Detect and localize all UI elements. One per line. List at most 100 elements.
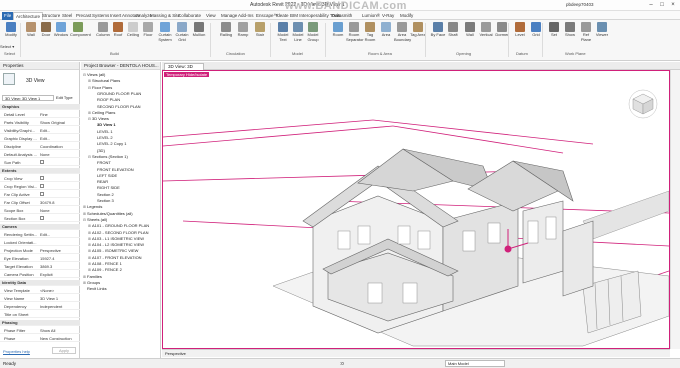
browser-tree-item[interactable]: ⊞A107 - FRONT ELEVATION bbox=[88, 255, 142, 261]
property-value[interactable]: 30479.8 bbox=[40, 200, 78, 206]
column-button[interactable]: Column bbox=[95, 22, 111, 50]
browser-tree-item[interactable]: ⊞A103 - L1 ISOMETRIC VIEW bbox=[88, 236, 144, 242]
railing-button[interactable]: Railing bbox=[218, 22, 234, 50]
tab-modify[interactable]: Modify bbox=[398, 12, 415, 20]
property-value[interactable]: 15927.4 bbox=[40, 256, 78, 262]
property-value[interactable]: Show All bbox=[40, 328, 78, 334]
property-row[interactable]: Discipline Coordination bbox=[0, 144, 80, 150]
property-value[interactable]: Fine bbox=[40, 112, 78, 118]
property-value[interactable]: New Construction bbox=[40, 336, 78, 342]
browser-tree-item[interactable]: SECOND FLOOR PLAN bbox=[93, 104, 141, 110]
property-value[interactable]: <None> bbox=[40, 288, 78, 294]
property-row[interactable]: Visibility/Graphi... Edit... bbox=[0, 128, 80, 134]
main-model-selector[interactable]: Main Model bbox=[445, 360, 505, 367]
browser-tree-item[interactable]: Revit Links bbox=[83, 286, 107, 292]
user-name[interactable]: pbdeep70403 bbox=[566, 2, 594, 7]
browser-tree-item[interactable]: ROOF PLAN bbox=[93, 97, 120, 103]
tab-collaborate[interactable]: Collaborate bbox=[176, 12, 203, 20]
view-selector[interactable]: 3D View: 3D View 1 bbox=[2, 95, 54, 101]
property-checkbox[interactable] bbox=[40, 192, 78, 198]
property-row[interactable]: Scope Box None bbox=[0, 208, 80, 214]
browser-tree-item[interactable]: REAR bbox=[93, 179, 108, 185]
browser-tree-item[interactable]: ⊞Groups bbox=[83, 280, 100, 286]
model-text-button[interactable]: Model Text bbox=[275, 22, 291, 50]
property-row[interactable]: Phase Filter Show All bbox=[0, 328, 80, 334]
select-dropdown[interactable]: Select ▾ bbox=[0, 44, 20, 52]
browser-tree-item[interactable]: ⊞A108 - FENCE 1 bbox=[88, 261, 122, 267]
browser-tree-item[interactable]: GROUND FLOOR PLAN bbox=[93, 91, 141, 97]
stair-button[interactable]: Stair bbox=[252, 22, 268, 50]
browser-tree-item[interactable]: ⊟Views (all) bbox=[83, 72, 105, 78]
property-row[interactable]: Crop View bbox=[0, 176, 80, 182]
property-value[interactable]: Perspective bbox=[40, 248, 78, 254]
property-row[interactable]: Phase New Construction bbox=[0, 336, 80, 342]
tab-v-ray[interactable]: V-Ray bbox=[380, 12, 396, 20]
vertical-button[interactable]: Vertical bbox=[478, 22, 494, 50]
property-value[interactable]: Explicit bbox=[40, 272, 78, 278]
model-group-button[interactable]: Model Group bbox=[305, 22, 321, 50]
property-row[interactable]: Parts Visibility Show Original bbox=[0, 120, 80, 126]
browser-tree-item[interactable]: RIGHT SIDE bbox=[93, 185, 120, 191]
property-value[interactable]: Coordination bbox=[40, 144, 78, 150]
property-row[interactable]: Far Clip Offset 30479.8 bbox=[0, 200, 80, 206]
property-checkbox[interactable] bbox=[40, 160, 78, 166]
level-button[interactable]: Level bbox=[512, 22, 528, 50]
by-face-button[interactable]: By Face bbox=[430, 22, 446, 50]
browser-tree-item[interactable]: FRONT bbox=[93, 160, 111, 166]
property-value[interactable]: Edit... bbox=[40, 232, 78, 238]
property-category[interactable]: Camera bbox=[0, 224, 80, 230]
property-row[interactable]: Dependency Independent bbox=[0, 304, 80, 310]
projection-mode-label[interactable]: Perspective bbox=[165, 351, 186, 356]
area-button[interactable]: Area bbox=[378, 22, 394, 50]
checkbox-icon[interactable] bbox=[40, 176, 44, 180]
property-value[interactable]: 3D View 1 bbox=[40, 296, 78, 302]
ceiling-button[interactable]: Ceiling bbox=[125, 22, 141, 50]
tab-datasmith[interactable]: Datasmith bbox=[330, 12, 354, 20]
browser-tree-item[interactable]: 3D View 1 bbox=[93, 122, 116, 128]
tab-steel[interactable]: Steel bbox=[60, 12, 74, 20]
property-row[interactable]: Target Elevation 3869.3 bbox=[0, 264, 80, 270]
property-row[interactable]: Title on Sheet bbox=[0, 312, 80, 318]
property-value[interactable]: None bbox=[40, 208, 78, 214]
browser-tree-item[interactable]: Section 2 bbox=[93, 192, 114, 198]
edit-type-button[interactable]: Edit Type bbox=[56, 95, 78, 101]
property-row[interactable]: Far Clip Active bbox=[0, 192, 80, 198]
property-row[interactable]: Sun Path bbox=[0, 160, 80, 166]
checkbox-icon[interactable] bbox=[40, 160, 44, 164]
property-value[interactable]: Edit... bbox=[40, 128, 78, 134]
component-button[interactable]: Component bbox=[70, 22, 91, 50]
viewer-button[interactable]: Viewer bbox=[594, 22, 610, 50]
shaft-button[interactable]: Shaft bbox=[445, 22, 461, 50]
browser-tree-item[interactable]: ⊞Families bbox=[83, 274, 102, 280]
show-button[interactable]: Show bbox=[562, 22, 578, 50]
close-icon[interactable]: × bbox=[668, 1, 678, 9]
curtain-grid-button[interactable]: Curtain Grid bbox=[174, 22, 190, 50]
curtain-system-button[interactable]: Curtain System bbox=[157, 22, 173, 50]
browser-tree-item[interactable]: ⊞Legends bbox=[83, 204, 102, 210]
property-value[interactable]: Independent bbox=[40, 304, 78, 310]
mullion-button[interactable]: Mullion bbox=[191, 22, 207, 50]
browser-tree-item[interactable]: Section 3 bbox=[93, 198, 114, 204]
door-button[interactable]: Door bbox=[38, 22, 54, 50]
tag-room-button[interactable]: Tag Room bbox=[362, 22, 378, 50]
tab-lumion-[interactable]: Lumion® bbox=[360, 12, 382, 20]
property-row[interactable]: Default Analysis ... None bbox=[0, 152, 80, 158]
property-value[interactable]: 3869.3 bbox=[40, 264, 78, 270]
minimize-icon[interactable]: – bbox=[646, 1, 656, 9]
tab-3d-view-1[interactable]: 3D View: 3D View 1× bbox=[164, 63, 204, 75]
area-boundary-button[interactable]: Area Boundary bbox=[394, 22, 411, 50]
property-value[interactable]: Edit... bbox=[40, 136, 78, 142]
building-model-drawing[interactable] bbox=[163, 71, 669, 348]
ref-plane-button[interactable]: Ref Plane bbox=[578, 22, 594, 50]
model-line-button[interactable]: Model Line bbox=[290, 22, 306, 50]
ramp-button[interactable]: Ramp bbox=[235, 22, 251, 50]
wall-button[interactable]: Wall bbox=[23, 22, 39, 50]
property-row[interactable]: Crop Region Visi... bbox=[0, 184, 80, 190]
property-category[interactable]: Phasing bbox=[0, 320, 80, 326]
wall-button[interactable]: Wall bbox=[462, 22, 478, 50]
room-separator-button[interactable]: Room Separator bbox=[346, 22, 364, 50]
property-row[interactable]: View Name 3D View 1 bbox=[0, 296, 80, 302]
property-checkbox[interactable] bbox=[40, 216, 78, 222]
browser-tree-item[interactable]: LEVEL 1 bbox=[93, 129, 113, 135]
property-value[interactable]: None bbox=[40, 152, 78, 158]
